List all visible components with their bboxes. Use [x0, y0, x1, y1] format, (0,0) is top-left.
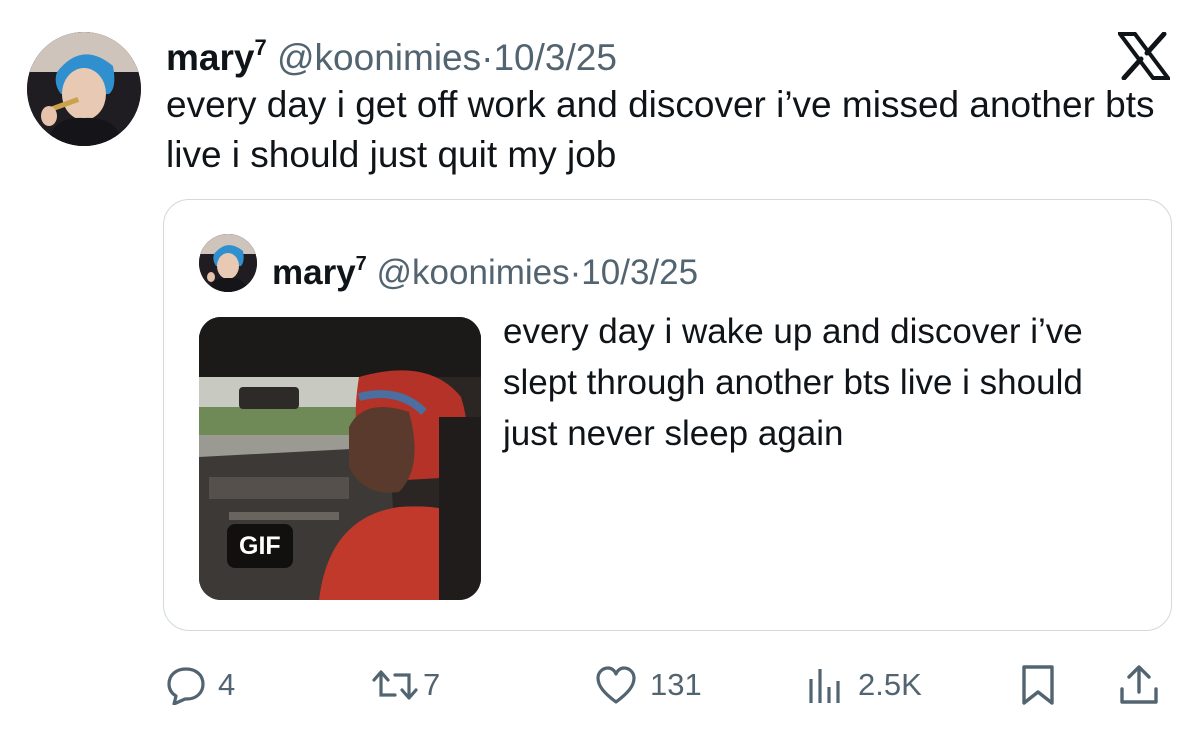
quoted-author-handle[interactable]: @koonimies [377, 253, 570, 292]
reply-count: 4 [218, 667, 236, 702]
author-name-superscript: 7 [254, 35, 267, 60]
quoted-post-header: mary7 @koonimies·10/3/25 [272, 243, 698, 294]
repost-count: 7 [423, 667, 441, 702]
quoted-author-superscript: 7 [355, 253, 367, 275]
post-header: mary7 @koonimies·10/3/25 [166, 26, 617, 80]
like-count: 131 [650, 667, 702, 702]
repost-button[interactable]: 7 [371, 655, 440, 715]
views-icon [806, 665, 846, 705]
share-button[interactable] [1118, 655, 1160, 715]
quoted-author-name[interactable]: mary [272, 253, 356, 292]
share-icon [1118, 664, 1160, 706]
author-name[interactable]: mary [166, 37, 254, 78]
bookmark-icon [1020, 664, 1056, 706]
quoted-post[interactable]: mary7 @koonimies·10/3/25 GIF every day i… [163, 199, 1172, 631]
post-date[interactable]: 10/3/25 [493, 37, 616, 78]
post-text: every day i get off work and discover i’… [166, 84, 1155, 175]
quoted-post-text: every day i wake up and discover i’ve sl… [503, 312, 1083, 453]
bookmark-button[interactable] [1020, 655, 1056, 715]
repost-icon [371, 665, 419, 705]
views-count: 2.5K [858, 667, 922, 702]
reply-button[interactable]: 4 [166, 655, 235, 715]
gif-badge: GIF [227, 524, 293, 568]
author-avatar[interactable] [27, 32, 141, 146]
quoted-separator-dot: · [569, 253, 582, 292]
action-bar: 4 7 131 2.5K [0, 655, 1200, 715]
like-button[interactable]: 131 [594, 655, 702, 715]
views-button[interactable]: 2.5K [806, 655, 922, 715]
tweet: mary7 @koonimies·10/3/25 every day i get… [0, 0, 1200, 742]
reply-icon [166, 665, 206, 705]
heart-icon [594, 665, 638, 705]
x-logo-icon [1116, 31, 1172, 81]
quoted-gif-media[interactable]: GIF [199, 317, 481, 600]
quoted-post-date[interactable]: 10/3/25 [581, 253, 698, 292]
quoted-author-avatar[interactable] [199, 234, 257, 292]
author-handle[interactable]: @koonimies [277, 37, 481, 78]
separator-dot: · [481, 37, 494, 78]
